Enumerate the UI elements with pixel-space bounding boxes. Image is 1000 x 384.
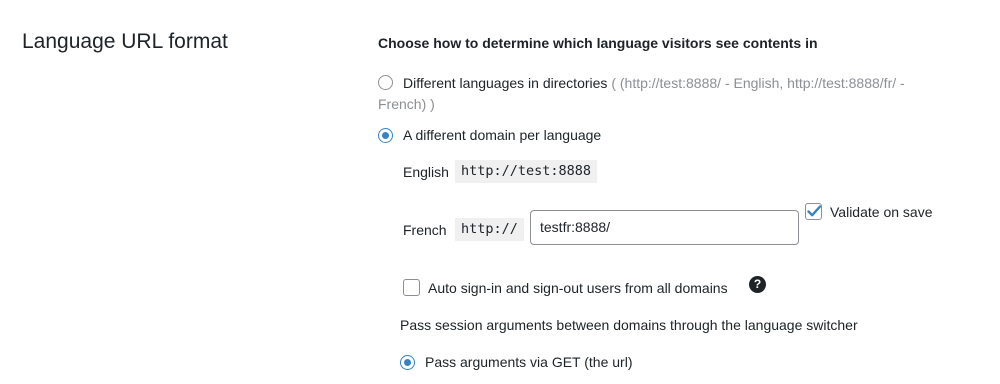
- help-icon[interactable]: ?: [749, 276, 766, 293]
- english-label: English: [403, 164, 449, 180]
- radio-domain-per-language[interactable]: [378, 128, 393, 143]
- auto-sign-in-checkbox[interactable]: [403, 279, 420, 296]
- option-directories-label: Different languages in directories ( (ht…: [403, 75, 905, 91]
- validate-on-save-label: Validate on save: [830, 204, 933, 220]
- session-arguments-label: Pass session arguments between domains t…: [400, 317, 858, 333]
- french-domain-input[interactable]: testfr:8888/: [530, 210, 799, 245]
- french-url-prefix: http://: [455, 218, 524, 241]
- section-title: Language URL format: [22, 30, 228, 53]
- validate-on-save-checkbox[interactable]: [805, 203, 822, 220]
- option-domain-label: A different domain per language: [403, 127, 602, 143]
- pass-via-get-label: Pass arguments via GET (the url): [425, 354, 633, 370]
- directories-label: Different languages in directories: [403, 75, 608, 91]
- radio-directories[interactable]: [378, 75, 393, 90]
- checkmark-icon: [807, 205, 822, 217]
- directories-hint-continued: French) ): [378, 96, 435, 112]
- radio-pass-via-get[interactable]: [400, 355, 415, 370]
- english-url: http://test:8888: [455, 160, 598, 183]
- french-label: French: [403, 222, 447, 238]
- auto-sign-in-label: Auto sign-in and sign-out users from all…: [428, 280, 728, 296]
- url-format-heading: Choose how to determine which language v…: [378, 35, 818, 51]
- directories-hint: ( (http://test:8888/ - English, http://t…: [611, 75, 905, 91]
